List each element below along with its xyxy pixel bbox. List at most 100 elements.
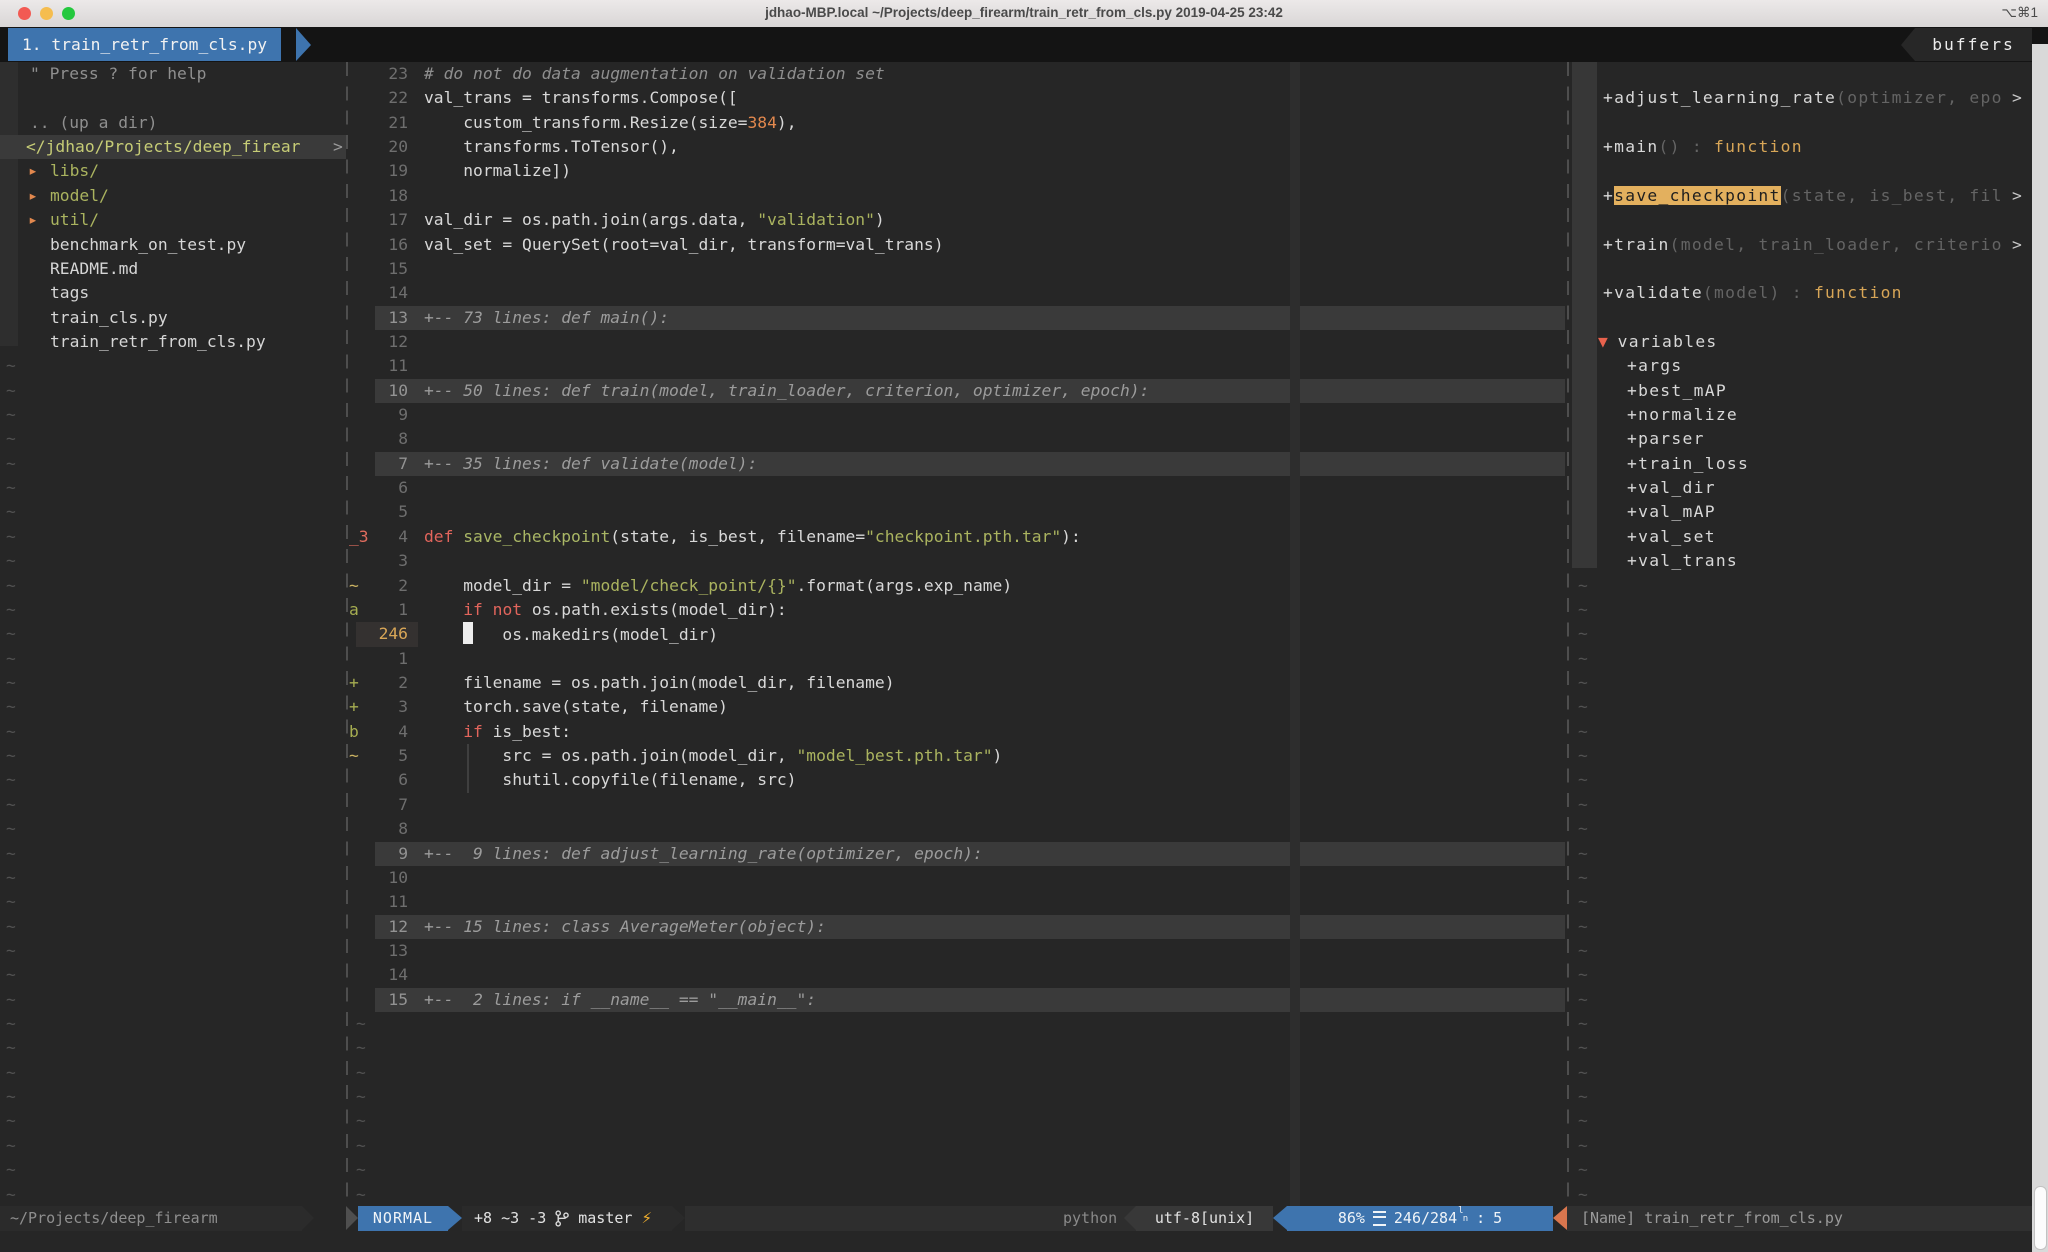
editor-line[interactable]: a1 if not os.path.exists(model_dir): xyxy=(0,598,1565,623)
editor-fold-line[interactable]: 9+-- 9 lines: def adjust_learning_rate(o… xyxy=(0,842,1565,867)
editor-line[interactable]: +2 filename = os.path.join(model_dir, fi… xyxy=(0,671,1565,696)
nerdtree-empty-line: ~ xyxy=(6,1085,16,1110)
line-number: 3 xyxy=(352,549,408,573)
editor-fold-line[interactable]: 12+-- 15 lines: class AverageMeter(objec… xyxy=(0,915,1565,940)
tagbar-empty-line: ~ xyxy=(1578,1158,1588,1183)
editor-line[interactable]: 10 xyxy=(0,866,1565,891)
window-separator-right[interactable] xyxy=(1567,62,1569,1206)
lightning-icon: ⚡ xyxy=(641,1206,652,1231)
nerdtree-empty-line: ~ xyxy=(6,866,16,891)
editor-line[interactable]: 19 normalize]) xyxy=(0,159,1565,184)
tagbar-item[interactable]: +val_dir xyxy=(0,476,2032,501)
line-number: 19 xyxy=(352,159,408,183)
code-text: os.makedirs(model_dir) xyxy=(424,622,718,647)
scrollbar-track[interactable] xyxy=(2032,44,2048,1252)
tagbar-item[interactable]: +val_mAP xyxy=(0,500,2032,525)
nerdtree-empty-line: ~ xyxy=(6,1109,16,1134)
line-number: 12 xyxy=(352,915,408,939)
chevron-right-icon[interactable]: ▸ xyxy=(28,208,38,232)
nerdtree-empty-line: ~ xyxy=(6,598,16,623)
tagbar-empty-line: ~ xyxy=(1578,1134,1588,1159)
tagbar-empty-line: ~ xyxy=(1578,720,1588,745)
tagbar-empty-line: ~ xyxy=(1578,1036,1588,1061)
truncation-marker: > xyxy=(2012,233,2022,257)
tagbar-empty-line: ~ xyxy=(1578,817,1588,842)
tagbar-empty-line: ~ xyxy=(1578,768,1588,793)
tagbar-item[interactable]: +train(model, train_loader, criterio> xyxy=(0,233,2032,258)
powerline-arrow-icon xyxy=(302,1206,314,1230)
editor-line[interactable]: 13 xyxy=(0,939,1565,964)
tagbar-empty-line: ~ xyxy=(1578,915,1588,940)
editor-line[interactable]: 1 xyxy=(0,647,1565,672)
nerdtree-empty-line: ~ xyxy=(6,890,16,915)
tagbar-empty-line: ~ xyxy=(1578,988,1588,1013)
editor-line[interactable]: 246 os.makedirs(model_dir) xyxy=(0,622,1565,647)
tagbar-item[interactable]: +args xyxy=(0,354,2032,379)
code-text: model_dir = "model/check_point/{}".forma… xyxy=(424,574,1012,598)
editor-empty-line: ~ xyxy=(356,1012,366,1037)
line-number: 15 xyxy=(352,988,408,1012)
tagbar-item[interactable]: +adjust_learning_rate(optimizer, epo> xyxy=(0,86,2032,111)
tagbar-item[interactable]: +normalize xyxy=(0,403,2032,428)
nerdtree-empty-line: ~ xyxy=(6,452,16,477)
editor-line[interactable]: 7 xyxy=(0,793,1565,818)
editor-line[interactable]: 23# do not do data augmentation on valid… xyxy=(0,62,1565,87)
line-number: 4 xyxy=(352,525,408,549)
mode-indicator: NORMAL xyxy=(358,1206,448,1231)
tagbar-item[interactable]: +parser xyxy=(0,427,2032,452)
command-line[interactable] xyxy=(0,1231,2048,1252)
line-number: 13 xyxy=(352,939,408,963)
ln-glyph-icon: ln xyxy=(1458,1207,1468,1223)
editor-line[interactable]: 6 shutil.copyfile(filename, src) xyxy=(0,768,1565,793)
tagbar-empty-line: ~ xyxy=(1578,1061,1588,1086)
chevron-right-icon[interactable]: ▸ xyxy=(28,184,38,208)
git-branch-name: master xyxy=(578,1206,632,1231)
editor-line[interactable]: 21 custom_transform.Resize(size=384), xyxy=(0,111,1565,136)
editor-line[interactable]: 8 xyxy=(0,817,1565,842)
tagbar-item[interactable]: +save_checkpoint(state, is_best, fil> xyxy=(0,184,2032,209)
code-text: if is_best: xyxy=(424,720,571,744)
editor-line[interactable]: 14 xyxy=(0,963,1565,988)
chevron-right-icon[interactable]: ▸ xyxy=(28,159,38,183)
tagbar-item[interactable]: ▼ variables xyxy=(0,330,2032,355)
code-text: def save_checkpoint(state, is_best, file… xyxy=(424,525,1081,549)
editor-empty-line: ~ xyxy=(356,1036,366,1061)
editor-line[interactable]: ~2 model_dir = "model/check_point/{}".fo… xyxy=(0,574,1565,599)
tagbar-empty-line: ~ xyxy=(1578,1109,1588,1134)
line-number: 10 xyxy=(352,866,408,890)
tagbar-empty-line: ~ xyxy=(1578,890,1588,915)
line-number: 11 xyxy=(352,890,408,914)
editor-empty-line: ~ xyxy=(356,1134,366,1159)
code-text: shutil.copyfile(filename, src) xyxy=(424,768,796,792)
line-number: 5 xyxy=(352,744,408,768)
tagbar-empty-line: ~ xyxy=(1578,647,1588,672)
line-number: 15 xyxy=(352,257,408,281)
scroll-percent: 86% xyxy=(1338,1206,1365,1231)
editor-line[interactable]: 15 xyxy=(0,257,1565,282)
line-number: 10 xyxy=(352,379,408,403)
line-number: 17 xyxy=(352,208,408,232)
editor-fold-line[interactable]: 15+-- 2 lines: if __name__ == "__main__"… xyxy=(0,988,1565,1013)
tagbar-item[interactable]: +validate(model) : function xyxy=(0,281,2032,306)
nerdtree-empty-line: ~ xyxy=(6,842,16,867)
editor-fold-line[interactable]: 13+-- 73 lines: def main(): xyxy=(0,306,1565,331)
nerdtree-empty-line: ~ xyxy=(6,1061,16,1086)
line-ratio: 246/284ln xyxy=(1394,1206,1468,1231)
line-number: 6 xyxy=(352,768,408,792)
tagbar-empty-line: ~ xyxy=(1578,963,1588,988)
nerdtree-empty-line: ~ xyxy=(6,671,16,696)
git-branch-icon xyxy=(555,1210,569,1227)
nerdtree-empty-line: ~ xyxy=(6,915,16,940)
fold-text: +-- 50 lines: def train(model, train_loa… xyxy=(424,379,1149,403)
editor-line[interactable]: +3 torch.save(state, filename) xyxy=(0,695,1565,720)
scrollbar-thumb[interactable] xyxy=(2034,1186,2047,1250)
tagbar-item[interactable]: +val_trans xyxy=(0,549,2032,574)
tagbar-empty-line: ~ xyxy=(1578,671,1588,696)
editor-line[interactable]: 11 xyxy=(0,890,1565,915)
editor-line[interactable]: 17val_dir = os.path.join(args.data, "val… xyxy=(0,208,1565,233)
window-separator-left[interactable] xyxy=(346,62,348,1206)
editor-line[interactable]: ~5 src = os.path.join(model_dir, "model_… xyxy=(0,744,1565,769)
nerdtree-item[interactable]: </jdhao/Projects/deep_firear> xyxy=(0,135,346,160)
editor-line[interactable]: b4 if is_best: xyxy=(0,720,1565,745)
nerdtree-empty-line: ~ xyxy=(6,1134,16,1159)
